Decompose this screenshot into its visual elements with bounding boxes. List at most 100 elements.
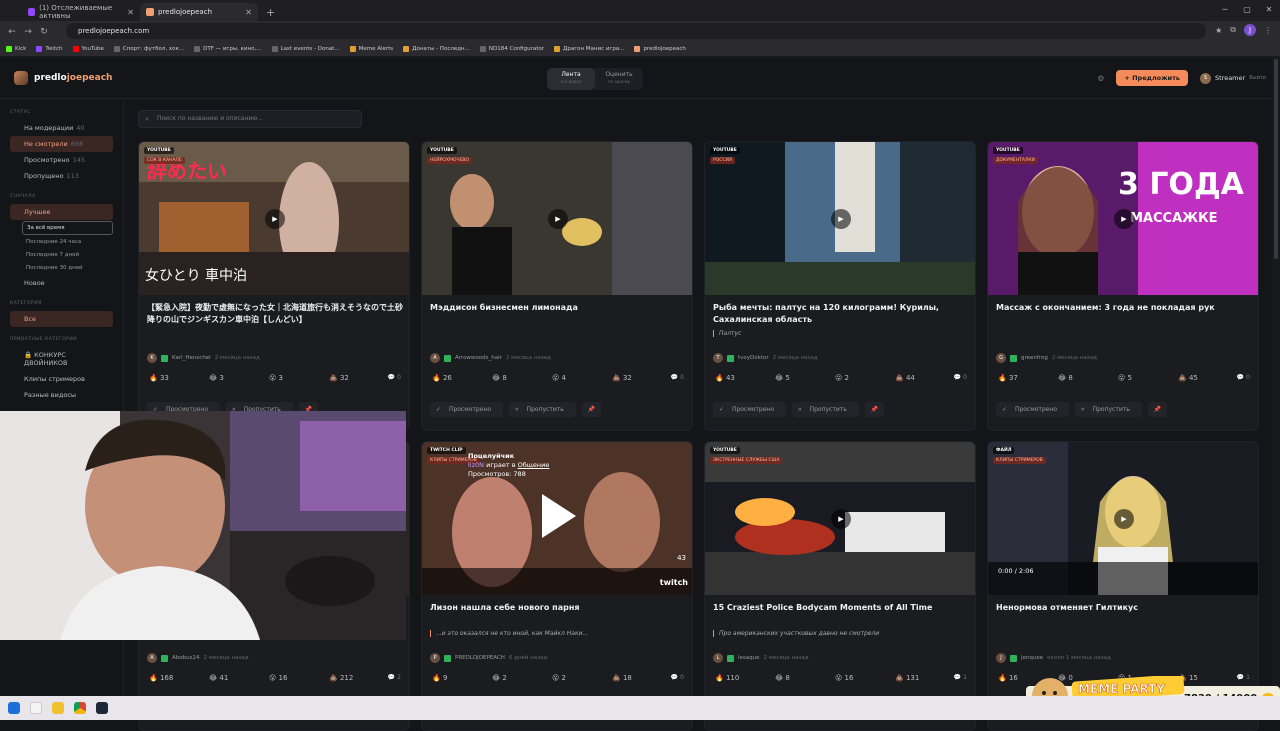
wow-reaction[interactable]: 😮 4	[552, 374, 612, 382]
wow-reaction[interactable]: 😮 16	[835, 674, 895, 682]
fire-reaction[interactable]: 🔥 43	[715, 374, 775, 382]
author-name[interactable]: greenfrog	[1021, 355, 1048, 361]
poop-reaction[interactable]: 💩 32	[612, 374, 672, 382]
video-card[interactable]: YOUTUBE РОССИЯ ▶ Рыба мечты: палтус на 120 …	[704, 141, 976, 431]
comments-count[interactable]: 💬 0	[1237, 374, 1250, 381]
fire-reaction[interactable]: 🔥 110	[715, 674, 775, 682]
fire-reaction[interactable]: 🔥 26	[432, 374, 492, 382]
bookmark[interactable]: Донаты - Последн...	[403, 46, 470, 52]
play-icon[interactable]: ▶	[831, 509, 851, 529]
folder-icon[interactable]	[52, 702, 64, 714]
video-title[interactable]: Рыба мечты: палтус на 120 килограмм! Кур…	[713, 302, 969, 326]
sidebar-item-new[interactable]: Новое	[10, 275, 113, 291]
laugh-reaction[interactable]: 😂 5	[775, 374, 835, 382]
comments-count[interactable]: 💬 0	[671, 374, 684, 381]
profile-icon[interactable]: J	[1244, 24, 1256, 36]
play-icon[interactable]	[542, 494, 576, 538]
pin-icon[interactable]: 📌	[864, 402, 885, 417]
sidebar-item-misc[interactable]: Разные видосы	[10, 387, 113, 403]
bookmark[interactable]: ND184 Configurator	[479, 46, 544, 52]
sidebar-item-all[interactable]: Все	[10, 311, 113, 327]
back-icon[interactable]: ←	[4, 27, 20, 37]
user-menu[interactable]: S Streamer Выйти	[1200, 72, 1266, 84]
fire-reaction[interactable]: 🔥 37	[998, 374, 1058, 382]
poop-reaction[interactable]: 💩 212	[329, 674, 389, 682]
video-title[interactable]: Массаж с окончанием: 3 года не покладая …	[996, 302, 1252, 314]
laugh-reaction[interactable]: 😂 3	[209, 374, 269, 382]
fire-reaction[interactable]: 🔥 9	[432, 674, 492, 682]
pin-icon[interactable]: 📌	[1147, 402, 1168, 417]
video-title[interactable]: Мэддисон бизнесмен лимонада	[430, 302, 686, 314]
author-name[interactable]: Abobus24	[172, 655, 199, 661]
search-input[interactable]: ⌕ Поиск по названию и описанию...	[138, 110, 362, 128]
maximize-icon[interactable]: ▢	[1236, 0, 1258, 20]
tab-feed[interactable]: Лента все видео	[547, 68, 595, 90]
suggest-button[interactable]: + Предложить	[1116, 70, 1188, 86]
video-card[interactable]: 辞めたい 女ひとり 車中泊 YOUTUBE СОК В КАНАЛЕ ▶ 【緊急入院】夜勤…	[138, 141, 410, 431]
star-icon[interactable]: ★	[1215, 26, 1222, 35]
skip-button[interactable]: » Пропустить	[1075, 402, 1142, 417]
play-icon[interactable]: ▶	[1114, 509, 1134, 529]
laugh-reaction[interactable]: 😂 2	[492, 674, 552, 682]
comments-count[interactable]: 💬 1	[954, 674, 967, 681]
laugh-reaction[interactable]: 😂 8	[775, 674, 835, 682]
sidebar-item-skipped[interactable]: Пропущено 113	[10, 168, 113, 184]
bookmark[interactable]: Twitch	[36, 46, 63, 52]
poop-reaction[interactable]: 💩 131	[895, 674, 955, 682]
period-7d[interactable]: Последние 7 дней	[22, 249, 113, 261]
fire-reaction[interactable]: 🔥 33	[149, 374, 209, 382]
period-24h[interactable]: Последние 24 часа	[22, 236, 113, 248]
video-card[interactable]: 3 ГОДА МАССАЖКЕ YOUTUBE ДОКУМЕНТАЛКИ ▶ Массаж…	[987, 141, 1259, 431]
bookmark[interactable]: Last events - Donat...	[271, 46, 340, 52]
gear-icon[interactable]: ⚙	[1097, 74, 1104, 83]
play-icon[interactable]: ▶	[548, 209, 568, 229]
skip-button[interactable]: » Пропустить	[509, 402, 576, 417]
bookmark[interactable]: Kick	[6, 46, 26, 52]
author-name[interactable]: PREDLOJOEPEACH	[455, 655, 505, 661]
author-name[interactable]: lesaque	[738, 655, 760, 661]
poop-reaction[interactable]: 💩 18	[612, 674, 672, 682]
bookmark[interactable]: Meme Alerts	[349, 46, 393, 52]
fire-reaction[interactable]: 🔥 168	[149, 674, 209, 682]
watched-button[interactable]: ✓ Просмотрено	[713, 402, 787, 417]
sidebar-item-best[interactable]: Лучшее	[10, 204, 113, 220]
period-30d[interactable]: Последние 30 дней	[22, 262, 113, 274]
bookmark[interactable]: DTF — игры, кино,...	[194, 46, 262, 52]
video-card[interactable]: TWITCH CLIP КЛИПЫ СТРИМЕРОВ Поцелуйчик liz0…	[421, 441, 693, 731]
menu-icon[interactable]: ⋮	[1264, 26, 1272, 35]
twitch-player[interactable]: Поцелуйчик liz0N играет в Общение Просмотр…	[422, 442, 692, 595]
wow-reaction[interactable]: 😮 5	[1118, 374, 1178, 382]
url-field[interactable]: predlojoepeach.com	[66, 23, 1206, 39]
minimize-icon[interactable]: ─	[1214, 0, 1236, 20]
close-window-icon[interactable]: ✕	[1258, 0, 1280, 20]
close-icon[interactable]: ✕	[245, 8, 252, 17]
wow-reaction[interactable]: 😮 16	[269, 674, 329, 682]
laugh-reaction[interactable]: 😂 8	[492, 374, 552, 382]
bookmark[interactable]: Спорт: футбол, хок...	[113, 46, 184, 52]
comments-count[interactable]: 💬 0	[388, 374, 401, 381]
new-tab-button[interactable]: +	[258, 3, 283, 21]
scrollbar[interactable]	[1272, 57, 1280, 696]
video-title[interactable]: 15 Craziest Police Bodycam Moments of Al…	[713, 602, 969, 614]
play-icon[interactable]: ▶	[265, 209, 285, 229]
sidebar-item-unwatched[interactable]: Не смотрели 668	[10, 136, 113, 152]
wow-reaction[interactable]: 😮 3	[269, 374, 329, 382]
comments-count[interactable]: 💬 0	[671, 674, 684, 681]
chrome-icon[interactable]	[74, 702, 86, 714]
author-name[interactable]: Karl_Henschel	[172, 355, 211, 361]
bookmark[interactable]: Драгон Манис игра...	[554, 46, 624, 52]
author-name[interactable]: jenquee	[1021, 655, 1043, 661]
comments-count[interactable]: 💬 0	[954, 374, 967, 381]
video-title[interactable]: 【緊急入院】夜勤で虚無になった女｜北海道旅行も消えそうなので土砂降りの山でジンギ…	[147, 302, 403, 326]
browser-tab-2[interactable]: predlojoepeach ✕	[140, 3, 258, 21]
wow-reaction[interactable]: 😮 2	[835, 374, 895, 382]
steam-icon[interactable]	[96, 702, 108, 714]
forward-icon[interactable]: →	[20, 27, 36, 37]
wow-reaction[interactable]: 😮 2	[552, 674, 612, 682]
windows-start-icon[interactable]	[8, 702, 20, 714]
extensions-icon[interactable]: ⧉	[1230, 25, 1236, 35]
browser-tab-1[interactable]: (1) Отслеживаемые активны ✕	[22, 3, 140, 21]
reload-icon[interactable]: ↻	[36, 27, 52, 37]
pin-icon[interactable]: 📌	[581, 402, 602, 417]
bookmark[interactable]: predlojoepeach	[634, 46, 686, 52]
